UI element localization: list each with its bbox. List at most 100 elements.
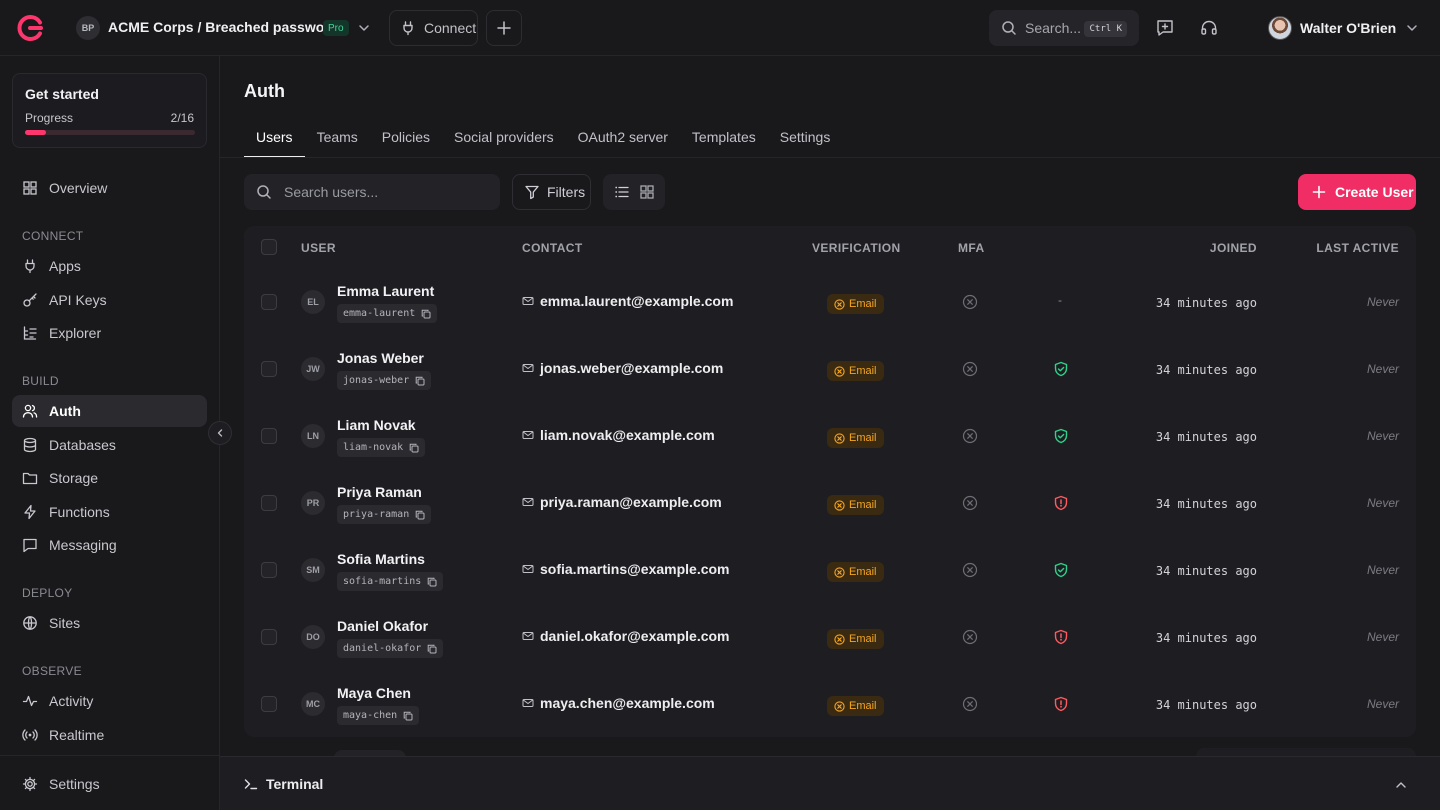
status-empty: - [1058,293,1062,307]
verification-label: Email [849,432,877,444]
table-row[interactable]: DO Daniel Okafor daniel-okafor daniel.ok… [244,603,1416,670]
column-header-contact[interactable]: CONTACT [522,241,583,255]
row-checkbox[interactable] [261,361,277,377]
copy-icon[interactable] [421,309,431,319]
user-menu[interactable]: Walter O'Brien [1268,16,1420,40]
search-users-input[interactable]: Search users... [244,174,500,210]
terminal-panel[interactable]: Terminal [220,756,1440,810]
sidebar-item-auth[interactable]: Auth [12,395,207,427]
row-checkbox[interactable] [261,696,277,712]
sidebar-item-apps[interactable]: Apps [12,250,207,282]
sidebar-item-overview[interactable]: Overview [12,172,207,204]
user-email[interactable]: emma.laurent@example.com [540,293,733,309]
sidebar-item-explorer[interactable]: Explorer [12,317,207,349]
copy-icon[interactable] [427,577,437,587]
grid-view-icon[interactable] [639,184,655,200]
table-row[interactable]: SM Sofia Martins sofia-martins sofia.mar… [244,536,1416,603]
sidebar-item-api-keys[interactable]: API Keys [12,284,207,316]
connect-button[interactable]: Connect [389,10,478,46]
create-user-button[interactable]: Create User [1298,174,1416,210]
connect-label: Connect [424,20,477,36]
table-row[interactable]: MC Maya Chen maya-chen maya.chen@example… [244,670,1416,737]
user-id-chip[interactable]: maya-chen [337,706,420,725]
chevron-down-icon[interactable] [356,20,372,36]
progress-label: Progress [25,111,74,125]
section-observe: OBSERVE [22,664,82,678]
user-name[interactable]: Daniel Okafor [337,618,428,634]
tab-teams[interactable]: Teams [305,118,370,157]
column-header-mfa[interactable]: MFA [958,241,985,255]
sidebar-item-messaging[interactable]: Messaging [12,529,207,561]
copy-icon[interactable] [427,644,437,654]
tab-users[interactable]: Users [244,118,305,158]
row-checkbox[interactable] [261,428,277,444]
verification-badge: Email [827,562,884,582]
sidebar-item-functions[interactable]: Functions [12,496,207,528]
column-header-user[interactable]: USER [301,241,336,255]
user-email[interactable]: jonas.weber@example.com [540,360,723,376]
user-email[interactable]: maya.chen@example.com [540,695,715,711]
verification-label: Email [849,700,877,712]
column-header-last-active[interactable]: LAST ACTIVE [1316,241,1399,255]
user-name[interactable]: Maya Chen [337,685,411,701]
org-avatar[interactable]: BP [76,16,100,40]
filters-button[interactable]: Filters [512,174,591,210]
sidebar-item-storage[interactable]: Storage [12,462,207,494]
user-id-chip[interactable]: priya-raman [337,505,432,524]
avatar: JW [301,357,325,381]
sidebar-item-label: API Keys [49,292,107,308]
get-started-card[interactable]: Get started Progress 2/16 [12,73,207,148]
tab-policies[interactable]: Policies [370,118,442,157]
select-all-checkbox[interactable] [261,239,277,255]
user-name[interactable]: Emma Laurent [337,283,434,299]
tab-oauth2-server[interactable]: OAuth2 server [566,118,680,157]
sidebar-item-databases[interactable]: Databases [12,429,207,461]
list-view-icon[interactable] [614,184,630,200]
table-row[interactable]: EL Emma Laurent emma-laurent emma.lauren… [244,268,1416,335]
appwrite-logo-icon[interactable] [16,14,44,42]
column-header-verification[interactable]: VERIFICATION [812,241,901,255]
user-email[interactable]: daniel.okafor@example.com [540,628,730,644]
user-name[interactable]: Sofia Martins [337,551,425,567]
x-circle-icon [962,495,978,511]
copy-icon[interactable] [415,510,425,520]
project-breadcrumb[interactable]: ACME Corps / Breached passwords [108,19,346,35]
user-id-chip[interactable]: jonas-weber [337,371,432,390]
table-row[interactable]: JW Jonas Weber jonas-weber jonas.weber@e… [244,335,1416,402]
row-checkbox[interactable] [261,629,277,645]
feedback-icon[interactable] [1155,18,1175,38]
sidebar-item-settings[interactable]: Settings [12,768,207,800]
sidebar-item-activity[interactable]: Activity [12,685,207,717]
user-name[interactable]: Jonas Weber [337,350,424,366]
user-id-chip[interactable]: emma-laurent [337,304,438,323]
table-row[interactable]: LN Liam Novak liam-novak liam.novak@exam… [244,402,1416,469]
global-search-button[interactable]: Search... Ctrl K [989,10,1139,46]
user-id-chip[interactable]: daniel-okafor [337,639,444,658]
row-checkbox[interactable] [261,495,277,511]
copy-icon[interactable] [409,443,419,453]
user-name[interactable]: Liam Novak [337,417,416,433]
table-row[interactable]: PR Priya Raman priya-raman priya.raman@e… [244,469,1416,536]
sidebar-item-realtime[interactable]: Realtime [12,719,207,751]
tab-templates[interactable]: Templates [680,118,768,157]
row-checkbox[interactable] [261,562,277,578]
user-email[interactable]: priya.raman@example.com [540,494,722,510]
headset-support-icon[interactable] [1199,18,1219,38]
user-id-chip[interactable]: liam-novak [337,438,426,457]
user-email[interactable]: sofia.martins@example.com [540,561,730,577]
chevron-up-icon[interactable] [1394,778,1408,792]
tab-social-providers[interactable]: Social providers [442,118,566,157]
sidebar-item-sites[interactable]: Sites [12,607,207,639]
column-header-joined[interactable]: JOINED [1210,241,1257,255]
tab-settings[interactable]: Settings [768,118,843,157]
collapse-sidebar-button[interactable] [208,421,232,445]
section-deploy: DEPLOY [22,586,73,600]
user-id-chip[interactable]: sofia-martins [337,572,444,591]
user-id: priya-raman [343,509,410,520]
row-checkbox[interactable] [261,294,277,310]
user-email[interactable]: liam.novak@example.com [540,427,715,443]
add-button[interactable] [486,10,522,46]
copy-icon[interactable] [403,711,413,721]
user-name[interactable]: Priya Raman [337,484,422,500]
copy-icon[interactable] [415,376,425,386]
